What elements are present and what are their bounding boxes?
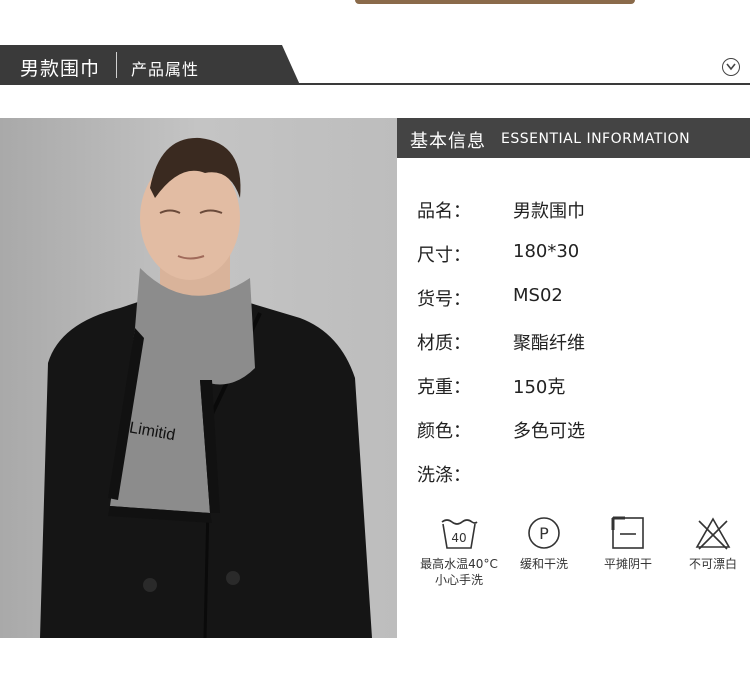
info-heading-en: ESSENTIAL INFORMATION — [501, 131, 691, 147]
care-item-handwash: 40 最高水温40°C 小心手洗 — [414, 514, 504, 588]
care-label: 缓和干洗 — [519, 557, 568, 571]
care-item-dryclean: P 缓和干洗 — [499, 514, 589, 572]
care-item-nobleach: 不可漂白 — [668, 514, 750, 572]
info-label: 颜色： — [417, 421, 471, 442]
care-label: 平摊阴干 — [603, 557, 652, 571]
info-heading-zh: 基本信息 — [410, 131, 486, 152]
care-label: 不可漂白 — [688, 557, 737, 571]
info-value: MS02 — [513, 285, 563, 306]
info-label: 洗涤： — [417, 465, 471, 486]
dry-clean-letter: P — [539, 524, 549, 543]
header-underline — [290, 83, 750, 85]
info-label: 货号： — [417, 289, 471, 310]
chevron-down-icon[interactable] — [722, 58, 740, 76]
info-value: 多色可选 — [513, 421, 585, 442]
top-image-edge — [355, 0, 635, 4]
dry-clean-p-icon: P — [499, 514, 589, 552]
info-label: 材质： — [417, 333, 471, 354]
info-label: 尺寸： — [417, 245, 471, 266]
info-label: 品名： — [417, 201, 471, 222]
no-bleach-icon — [668, 514, 750, 552]
info-value: 男款围巾 — [513, 201, 585, 222]
wash-40-icon: 40 — [414, 514, 504, 552]
flat-dry-shade-icon — [583, 514, 673, 552]
header-subtitle: 产品属性 — [131, 60, 200, 79]
info-heading: 基本信息 ESSENTIAL INFORMATION — [397, 118, 750, 158]
info-value: 聚酯纤维 — [513, 333, 585, 354]
wash-temp-text: 40 — [451, 531, 466, 545]
product-photo: Limitid — [0, 118, 397, 638]
care-label-2: 小心手洗 — [434, 573, 483, 587]
info-label: 克重： — [417, 377, 471, 398]
info-value: 150克 — [513, 377, 566, 398]
care-item-flatdry: 平摊阴干 — [583, 514, 673, 572]
care-label: 最高水温40°C — [420, 557, 498, 571]
info-value: 180*30 — [513, 241, 580, 262]
header-title: 男款围巾 — [20, 58, 101, 80]
header-divider — [116, 52, 117, 78]
section-header: 男款围巾 产品属性 — [0, 45, 750, 85]
